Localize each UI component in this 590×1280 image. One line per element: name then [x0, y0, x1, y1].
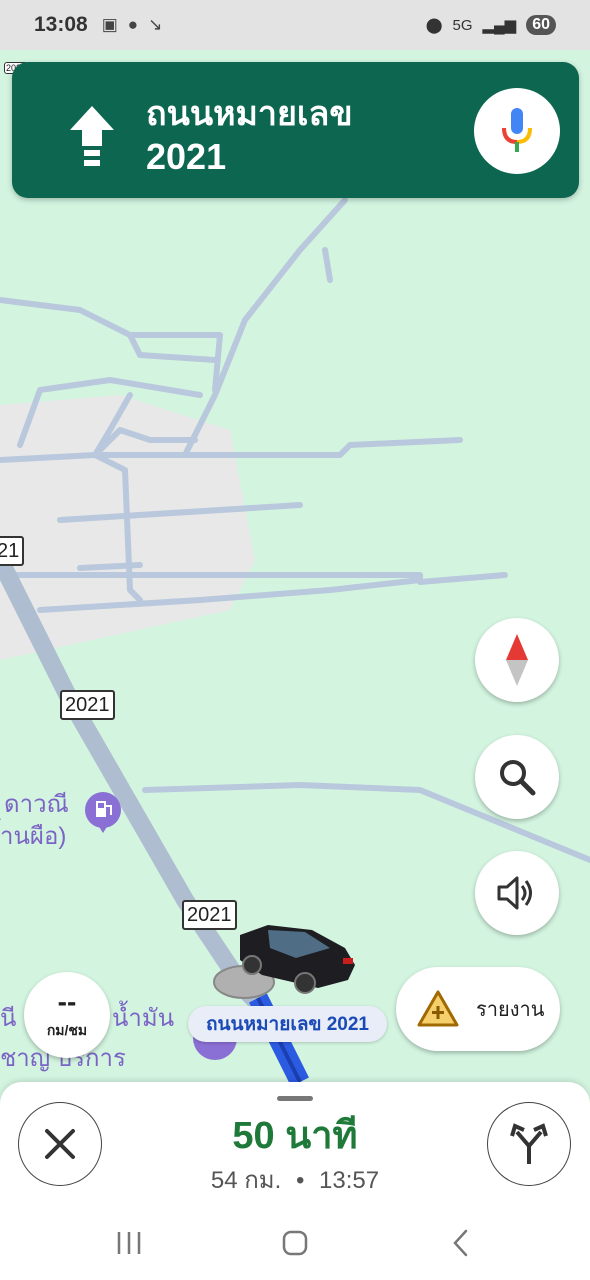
volume-icon — [497, 876, 532, 910]
missed-call-icon: ↘ — [148, 15, 163, 34]
alternate-routes-button[interactable] — [487, 1102, 571, 1186]
poi-label: ้านผือ) — [0, 823, 67, 850]
report-label: รายงาน — [476, 999, 545, 1021]
search-button[interactable] — [475, 735, 559, 819]
status-bar: 13:08 ▣ ● ↘ ⬤ 5G ▂▄▆ 60 — [0, 0, 590, 50]
current-road-label: ถนนหมายเลข 2021 — [188, 1006, 388, 1042]
route-shield: 2021 — [60, 690, 115, 720]
voice-search-button[interactable] — [474, 88, 560, 174]
report-button[interactable]: รายงาน — [396, 967, 560, 1051]
poi-label: นี — [0, 1005, 17, 1032]
route-fork-icon — [510, 1123, 548, 1164]
speedometer: -- กม/ชม — [24, 972, 110, 1058]
signal-icon: ▂▄▆ — [482, 17, 517, 34]
poi-label: น้ำมัน — [112, 1005, 175, 1032]
trip-distance: 54 กม. — [210, 1167, 282, 1194]
mic-icon — [502, 108, 532, 152]
search-icon — [500, 760, 536, 796]
home-icon — [282, 1230, 308, 1256]
network-type: 5G — [452, 16, 473, 34]
sheet-drag-handle[interactable] — [277, 1096, 313, 1101]
report-hazard-icon — [417, 990, 459, 1027]
line-icon: ● — [127, 15, 139, 34]
system-nav-icons — [117, 1229, 468, 1257]
compass-button[interactable] — [475, 618, 559, 702]
screenshot-icon: ▣ — [101, 15, 118, 34]
arrow-up-icon — [70, 106, 114, 166]
trip-separator: • — [295, 1167, 305, 1194]
gas-station-icon — [85, 792, 121, 833]
battery-level: 60 — [526, 15, 556, 35]
sound-button[interactable] — [475, 851, 559, 935]
navigation-banner[interactable]: ถนนหมายเลข 2021 — [12, 62, 579, 198]
system-nav-bar — [0, 1218, 590, 1268]
compass-icon — [506, 634, 528, 686]
route-shield: 2021 — [182, 900, 237, 930]
speed-value: -- — [57, 986, 77, 1017]
recent-apps-icon — [117, 1232, 141, 1254]
status-time: 13:08 — [34, 13, 88, 36]
route-shield: 21 — [0, 536, 25, 566]
nav-street-name: ถนนหมายเลข — [146, 95, 353, 133]
nav-route-number: 2021 — [146, 136, 227, 177]
speed-unit: กม/ชม — [46, 1022, 88, 1038]
arrival-time: 13:57 — [319, 1167, 380, 1194]
location-icon: ⬤ — [425, 17, 443, 34]
back-icon — [453, 1229, 468, 1257]
